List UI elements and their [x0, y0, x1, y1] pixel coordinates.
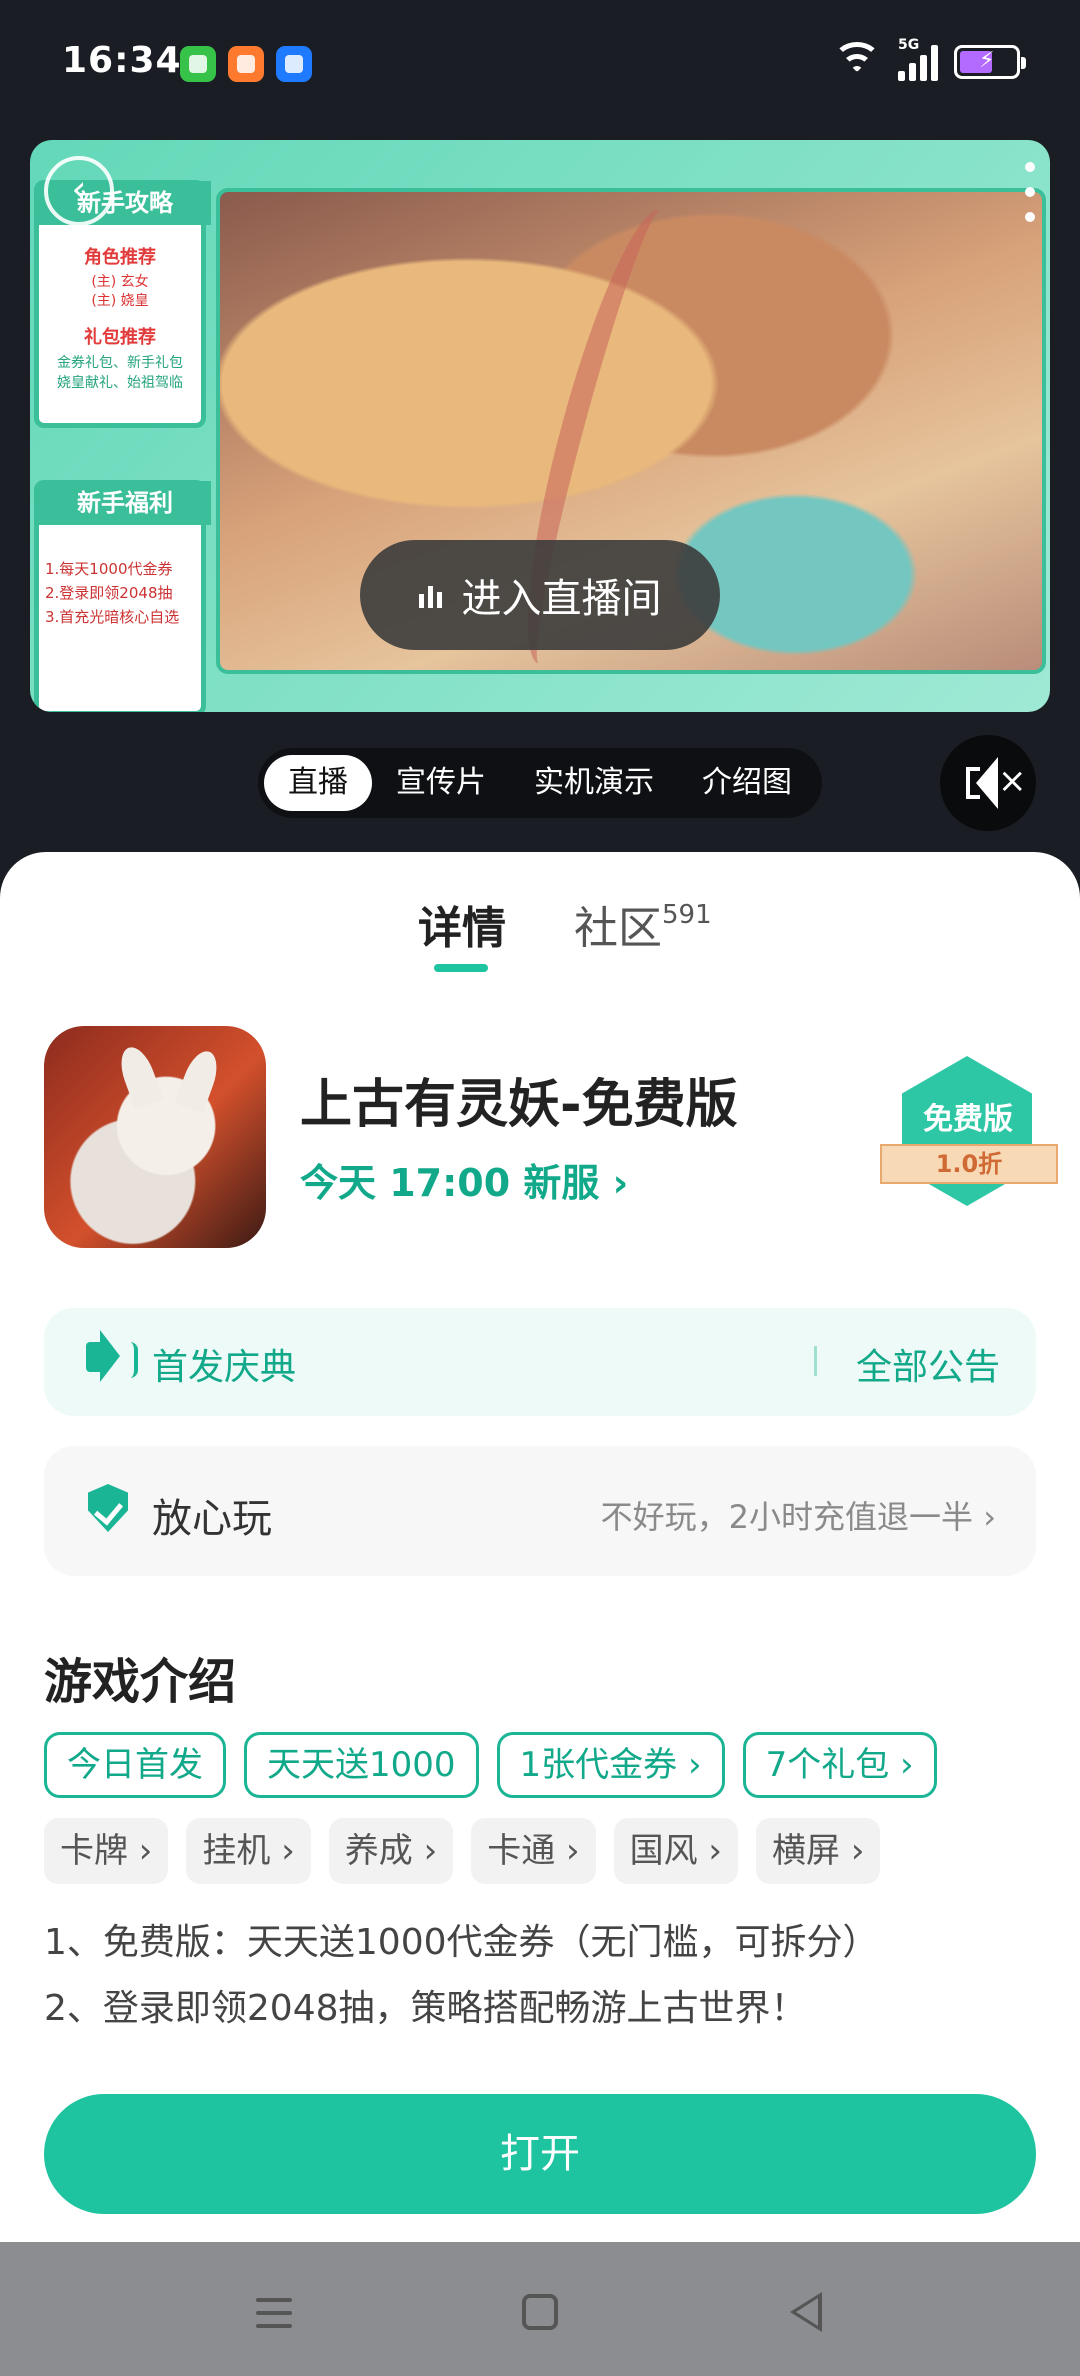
welfare-line: 3.首充光暗核心自选 — [45, 608, 180, 626]
safe-play-row[interactable]: 放心玩 不好玩，2小时充值退一半 › — [44, 1446, 1036, 1576]
safe-play-label: 放心玩 — [152, 1496, 272, 1542]
feature-chips: 今日首发 天天送1000 1张代金券 › 7个礼包 › — [44, 1732, 1044, 1798]
safe-play-desc: 不好玩，2小时充值退一半 › — [600, 1498, 996, 1536]
tag-idle[interactable]: 挂机 › — [186, 1818, 311, 1884]
announcement-bar[interactable]: 首发庆典 全部公告 — [44, 1308, 1036, 1416]
welfare-line: 1.每天1000代金券 — [45, 560, 173, 578]
app-notification-icon — [228, 46, 264, 82]
tab-intro-images[interactable]: 介绍图 — [678, 755, 816, 811]
live-bars-icon — [418, 582, 442, 608]
system-nav-bar — [0, 2242, 1080, 2376]
detail-sheet: 详情 社区591 上古有灵妖-免费版 今天 17:00 新服 › 免费版 1.0… — [0, 852, 1080, 2242]
tab-detail[interactable]: 详情 — [418, 892, 506, 956]
badge-discount: 1.0折 — [880, 1144, 1058, 1184]
tab-live[interactable]: 直播 — [264, 755, 372, 811]
community-count: 591 — [662, 900, 712, 930]
description-line: 1、免费版：天天送1000代金券（无门槛，可拆分） — [44, 1922, 879, 1963]
back-triangle-icon[interactable] — [790, 2292, 822, 2332]
gift-heading: 礼包推荐 — [84, 327, 156, 348]
message-icon — [180, 46, 216, 82]
all-announcements-link[interactable]: 全部公告 — [856, 1338, 1000, 1390]
app-name: 上古有灵妖-免费版 — [300, 1075, 738, 1135]
role-heading: 角色推荐 — [84, 247, 156, 268]
battery-icon: ⚡ — [954, 45, 1026, 79]
wifi-icon — [832, 42, 882, 82]
mute-button[interactable]: × — [940, 735, 1036, 831]
tag-chinese-style[interactable]: 国风 › — [613, 1818, 739, 1884]
welfare-title: 新手福利 — [39, 481, 211, 525]
chip-voucher[interactable]: 1张代金券 › — [496, 1732, 725, 1798]
tag-landscape[interactable]: 横屏 › — [756, 1818, 881, 1884]
badge-title: 免费版 — [923, 1102, 1013, 1137]
active-tab-indicator — [434, 964, 488, 972]
home-icon[interactable] — [522, 2294, 558, 2330]
phone-icon — [276, 46, 312, 82]
chip-today-launch[interactable]: 今日首发 — [44, 1732, 226, 1798]
welfare-card: 新手福利 1.每天1000代金券 2.登录即领2048抽 3.首充光暗核心自选 — [34, 480, 211, 712]
tab-community[interactable]: 社区591 — [574, 892, 712, 956]
section-title: 游戏介绍 — [44, 1654, 237, 1710]
guide-panel: 新手攻略 角色推荐 (主) 玄女 (主) 娆皇 礼包推荐 金券礼包、新手礼包 娆… — [30, 180, 211, 712]
more-options-icon[interactable] — [1020, 162, 1040, 222]
system-indicators: 5G ⚡ — [832, 37, 1026, 84]
tab-gameplay-demo[interactable]: 实机演示 — [510, 755, 678, 811]
menu-icon[interactable] — [256, 2298, 292, 2328]
status-bar: 16:34 5G ⚡ — [0, 0, 1080, 130]
chip-daily-1000[interactable]: 天天送1000 — [244, 1732, 479, 1798]
shield-check-icon — [88, 1484, 128, 1532]
enter-live-room-label: 进入直播间 — [461, 576, 662, 622]
gift-line: 金券礼包、新手礼包 — [57, 355, 183, 371]
free-version-badge: 免费版 1.0折 — [880, 1056, 1058, 1216]
description-line: 2、登录即领2048抽，策略搭配畅游上古世界！ — [44, 1988, 807, 2029]
role-line: (主) 娆皇 — [91, 293, 149, 309]
clock: 16:34 — [62, 40, 182, 81]
cellular-signal-icon: 5G — [898, 37, 938, 81]
media-tabs: 直播 宣传片 实机演示 介绍图 — [258, 748, 822, 818]
tag-card[interactable]: 卡牌 › — [44, 1818, 169, 1884]
game-description: 1、免费版：天天送1000代金券（无门槛，可拆分） 2、登录即领2048抽，策略… — [44, 1910, 1044, 2042]
tab-promo-video[interactable]: 宣传片 — [372, 755, 510, 811]
new-server-link[interactable]: 今天 17:00 新服 › — [300, 1152, 628, 1207]
app-header: 上古有灵妖-免费版 今天 17:00 新服 › 免费版 1.0折 — [44, 1026, 1058, 1252]
detail-tabs: 详情 社区591 — [0, 892, 1080, 992]
divider — [814, 1346, 817, 1376]
announcement-text: 首发庆典 — [152, 1347, 297, 1388]
tag-raising[interactable]: 养成 › — [328, 1818, 454, 1884]
welfare-line: 2.登录即领2048抽 — [45, 584, 173, 602]
open-button[interactable]: 打开 — [44, 2094, 1036, 2214]
tag-cartoon[interactable]: 卡通 › — [471, 1818, 596, 1884]
enter-live-room-button[interactable]: 进入直播间 — [360, 540, 720, 650]
category-tags: 卡牌 › 挂机 › 养成 › 卡通 › 国风 › 横屏 › — [44, 1818, 1044, 1884]
gift-line: 娆皇献礼、始祖驾临 — [57, 375, 183, 391]
role-line: (主) 玄女 — [91, 274, 149, 290]
chip-gift-packs[interactable]: 7个礼包 › — [742, 1732, 937, 1798]
back-icon[interactable]: ‹ — [44, 156, 114, 226]
media-player[interactable]: 新手攻略 角色推荐 (主) 玄女 (主) 娆皇 礼包推荐 金券礼包、新手礼包 娆… — [30, 140, 1050, 712]
app-icon — [44, 1026, 266, 1248]
tab-community-label: 社区 — [574, 903, 662, 954]
